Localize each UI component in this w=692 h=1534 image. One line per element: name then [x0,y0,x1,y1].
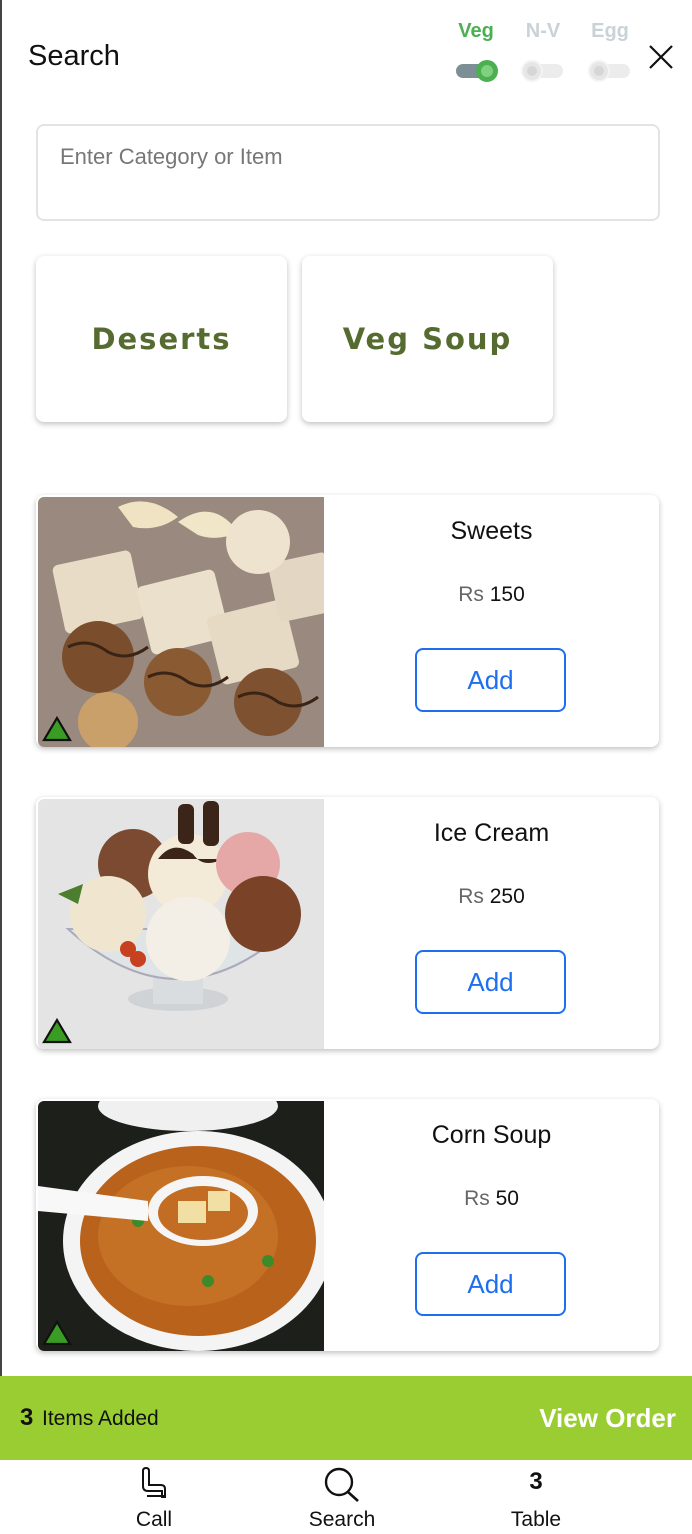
non-veg-toggle[interactable] [521,60,563,82]
nav-table[interactable]: 3 Table [466,1460,606,1534]
veg-triangle-icon [42,1017,72,1044]
non-veg-filter-label: N-V [525,20,561,42]
view-order-button[interactable]: View Order [539,1403,676,1434]
window-left-border [0,0,2,1534]
ice-cream-image [38,799,324,1049]
nav-table-label: Table [510,1508,562,1531]
item-price: Rs 150 [324,583,659,607]
search-input[interactable] [36,124,660,221]
category-veg-soup[interactable]: Veg Soup [302,256,553,422]
price-value: 250 [489,885,525,908]
add-button[interactable]: Add [415,950,566,1014]
category-deserts[interactable]: Deserts [36,256,287,422]
order-summary-bar: 3 Items Added View Order [0,1376,692,1460]
price-value: 150 [489,583,525,606]
non-veg-toggle-knob [521,60,543,82]
veg-triangle-icon [42,1319,72,1346]
items-added-count: 3 [20,1404,34,1431]
seat-call-icon [142,1466,166,1498]
bottom-navigation: Call Search 3 Table [0,1460,692,1534]
egg-toggle[interactable] [588,60,630,82]
category-label: Veg Soup [342,322,513,356]
menu-item-card: Sweets Rs 150 Add [36,495,659,747]
egg-toggle-knob [588,60,610,82]
item-price: Rs 50 [324,1187,659,1211]
item-name: Corn Soup [431,1121,552,1149]
sweets-image [38,497,324,747]
item-name: Sweets [450,517,533,545]
items-added-label: Items Added [42,1407,159,1430]
category-label: Deserts [91,322,232,356]
search-icon [324,1467,359,1502]
item-name: Ice Cream [433,819,550,847]
price-currency: Rs [464,1187,490,1210]
menu-item-card: Corn Soup Rs 50 Add [36,1099,659,1351]
egg-filter[interactable]: Egg [582,20,638,82]
price-currency: Rs [458,885,484,908]
page-title: Search [28,40,120,72]
price-value: 50 [495,1187,519,1210]
egg-filter-label: Egg [591,20,629,42]
veg-filter-label: Veg [458,20,494,42]
close-icon[interactable] [646,42,676,72]
nav-call[interactable]: Call [84,1460,224,1534]
add-button[interactable]: Add [415,1252,566,1316]
veg-toggle-knob [476,60,498,82]
nav-search[interactable]: Search [272,1460,412,1534]
corn-soup-image [38,1101,324,1351]
search-header: Search Veg N-V Egg [0,0,692,110]
item-price: Rs 250 [324,885,659,909]
menu-item-card: Ice Cream Rs 250 Add [36,797,659,1049]
price-currency: Rs [458,583,484,606]
add-button[interactable]: Add [415,648,566,712]
nav-search-label: Search [308,1508,376,1531]
veg-toggle[interactable] [456,60,498,82]
table-number: 3 [529,1468,543,1495]
non-veg-filter[interactable]: N-V [515,20,571,82]
veg-triangle-icon [42,715,72,742]
nav-call-label: Call [135,1508,173,1531]
veg-filter[interactable]: Veg [448,20,504,82]
